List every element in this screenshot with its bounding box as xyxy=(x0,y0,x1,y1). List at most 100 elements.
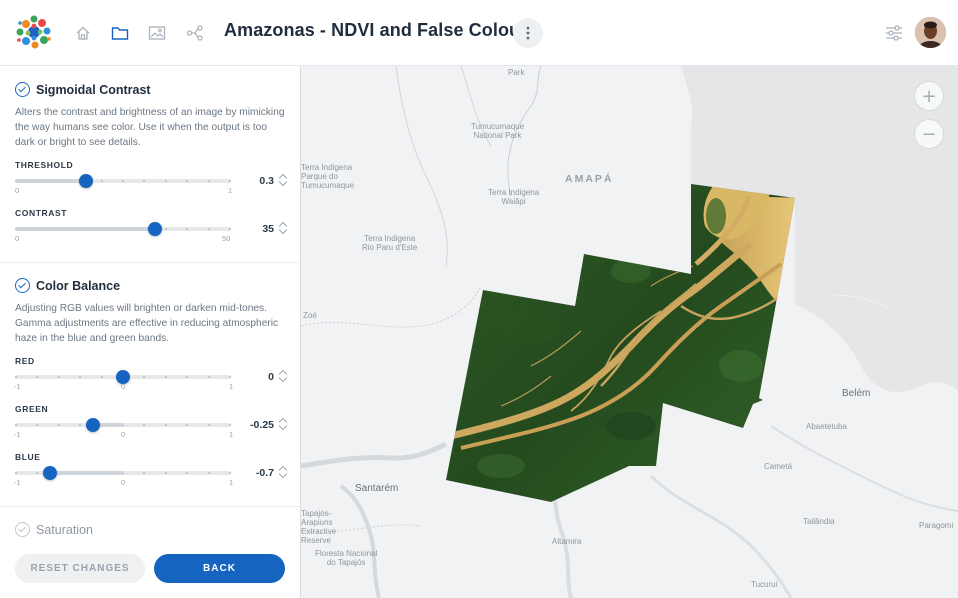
slider-tick xyxy=(186,180,189,182)
red-max: 1 xyxy=(229,382,234,391)
map-label-tumucumaque: Tumucumaque National Park xyxy=(471,122,525,140)
slider-tick xyxy=(207,424,210,426)
green-label: GREEN xyxy=(15,404,49,414)
slider-thumb[interactable] xyxy=(148,222,163,236)
green-value[interactable]: -0.25 xyxy=(224,419,274,431)
section-description: Adjusting RGB values will brighten or da… xyxy=(15,303,279,344)
zoom-in-button[interactable]: + xyxy=(914,81,944,111)
sigmoidal-contrast-header[interactable]: Sigmoidal Contrast xyxy=(15,82,151,97)
app-logo[interactable] xyxy=(14,12,54,52)
map-base xyxy=(301,66,958,598)
slider-tick xyxy=(207,180,210,182)
red-slider[interactable] xyxy=(15,370,231,384)
blue-stepper[interactable] xyxy=(278,464,288,480)
check-circle-icon[interactable] xyxy=(15,522,30,537)
red-mid: 0 xyxy=(121,382,126,391)
green-stepper[interactable] xyxy=(278,416,288,432)
slider-tick xyxy=(100,180,103,182)
slider-fill xyxy=(15,227,156,231)
more-options-button[interactable] xyxy=(513,18,543,48)
map-label-belem: Belém xyxy=(842,388,871,399)
slider-tick xyxy=(100,376,103,378)
map-label-zoe: Zoé xyxy=(303,311,317,320)
blue-label: BLUE xyxy=(15,452,41,462)
slider-tick xyxy=(143,472,146,474)
map-label-cameta: Cametá xyxy=(764,462,793,471)
threshold-slider[interactable] xyxy=(15,174,231,188)
app-header: Amazonas - NDVI and False Colour xyxy=(0,0,958,66)
section-title: Sigmoidal Contrast xyxy=(36,82,151,97)
slider-tick xyxy=(164,228,167,230)
contrast-stepper[interactable] xyxy=(278,220,288,236)
map-label-park: Park xyxy=(508,68,525,77)
check-circle-icon[interactable] xyxy=(15,278,30,293)
map-label-terra-parque: Terra Indigena Parque do Tumucumaque xyxy=(301,163,355,190)
red-min: -1 xyxy=(14,382,21,391)
blue-min: -1 xyxy=(14,478,21,487)
slider-tick xyxy=(207,376,210,378)
red-label: RED xyxy=(15,356,35,366)
section-divider xyxy=(0,506,300,507)
threshold-stepper[interactable] xyxy=(278,172,288,188)
home-icon[interactable] xyxy=(72,22,94,44)
page-title: Amazonas - NDVI and False Colour xyxy=(224,20,528,40)
threshold-max: 1 xyxy=(228,186,233,195)
share-icon[interactable] xyxy=(184,22,206,44)
map-view[interactable]: Park Tumucumaque National Park Terra Ind… xyxy=(301,66,958,598)
back-button[interactable]: BACK xyxy=(154,554,285,583)
slider-thumb[interactable] xyxy=(79,174,94,188)
slider-tick xyxy=(36,424,39,426)
threshold-value[interactable]: 0.3 xyxy=(224,175,274,187)
blue-max: 1 xyxy=(229,478,234,487)
contrast-slider[interactable] xyxy=(15,222,231,236)
folder-icon[interactable] xyxy=(109,22,131,44)
green-mid: 0 xyxy=(121,430,126,439)
reset-changes-button[interactable]: RESET CHANGES xyxy=(15,554,145,583)
slider-tick xyxy=(15,424,17,426)
slider-tick xyxy=(15,472,17,474)
slider-tick xyxy=(186,424,189,426)
slider-tick xyxy=(143,376,146,378)
green-min: -1 xyxy=(14,430,21,439)
slider-tick xyxy=(143,424,146,426)
slider-tick xyxy=(36,472,39,474)
slider-tick xyxy=(164,180,167,182)
blue-value[interactable]: -0.7 xyxy=(224,467,274,479)
slider-tick xyxy=(79,376,82,378)
slider-thumb[interactable] xyxy=(42,466,57,480)
slider-tick xyxy=(143,180,146,182)
sliders-icon[interactable] xyxy=(883,22,905,44)
red-stepper[interactable] xyxy=(278,368,288,384)
map-label-santarem: Santarém xyxy=(355,483,399,494)
green-max: 1 xyxy=(229,430,234,439)
blue-slider[interactable] xyxy=(15,466,231,480)
vertical-dots-icon xyxy=(526,26,530,40)
image-icon[interactable] xyxy=(146,22,168,44)
slider-tick xyxy=(57,424,60,426)
threshold-label: THRESHOLD xyxy=(15,160,74,170)
contrast-value[interactable]: 35 xyxy=(224,223,274,235)
green-slider[interactable] xyxy=(15,418,231,432)
check-circle-icon[interactable] xyxy=(15,82,30,97)
color-balance-section: Color Balance Adjusting RGB values will … xyxy=(0,262,300,506)
slider-tick xyxy=(207,472,210,474)
zoom-out-button[interactable]: − xyxy=(914,119,944,149)
threshold-min: 0 xyxy=(15,186,20,195)
slider-tick xyxy=(57,376,60,378)
map-label-rio-paru: Terra Indigena Rio Paru d'Este xyxy=(362,234,418,252)
map-label-amapa: AMAPÁ xyxy=(565,173,614,185)
red-value[interactable]: 0 xyxy=(224,371,274,383)
slider-thumb[interactable] xyxy=(85,418,100,432)
saturation-header[interactable]: Saturation xyxy=(15,522,93,537)
slider-tick xyxy=(15,376,17,378)
slider-tick xyxy=(79,424,82,426)
slider-tick xyxy=(186,472,189,474)
blue-mid: 0 xyxy=(121,478,126,487)
contrast-min: 0 xyxy=(15,234,20,243)
user-avatar[interactable] xyxy=(915,17,946,48)
map-label-abaetetuba: Abaetetuba xyxy=(806,422,847,431)
slider-tick xyxy=(164,424,167,426)
color-balance-header[interactable]: Color Balance xyxy=(15,278,120,293)
slider-tick xyxy=(207,228,210,230)
map-label-floresta-tapajos: Floresta Nacional do Tapajós xyxy=(315,549,378,567)
